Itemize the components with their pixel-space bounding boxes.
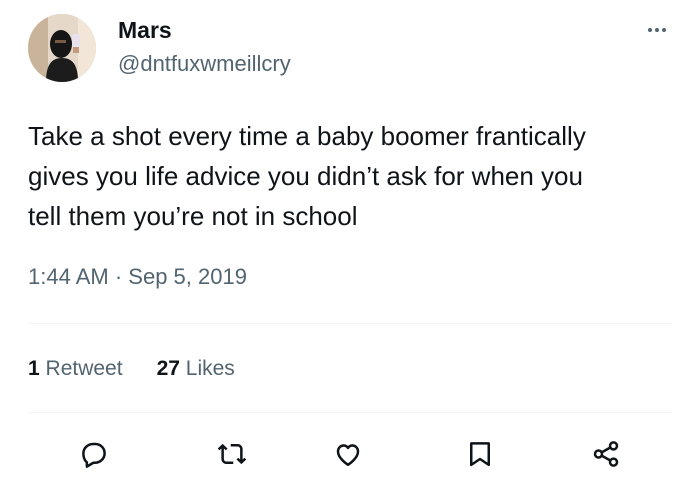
retweet-button[interactable] [210, 432, 254, 476]
like-button[interactable] [326, 432, 370, 476]
divider [28, 323, 672, 324]
more-options-icon[interactable] [640, 20, 674, 40]
divider [28, 412, 672, 413]
tweet-date[interactable]: Sep 5, 2019 [128, 264, 247, 289]
retweets-label: Retweet [45, 357, 123, 380]
heart-icon [336, 444, 360, 466]
share-icon [593, 441, 619, 467]
tweet-actions [0, 432, 700, 476]
more-dot [655, 28, 659, 32]
reply-button[interactable] [72, 432, 116, 476]
tweet-time[interactable]: 1:44 AM [28, 264, 109, 289]
retweet-icon [217, 443, 247, 465]
likes-stat[interactable]: 27 Likes [157, 355, 235, 383]
avatar-image [28, 14, 96, 82]
bookmark-icon [470, 442, 490, 467]
tweet-text: Take a shot every time a baby boomer fra… [28, 116, 678, 236]
avatar[interactable] [28, 14, 96, 82]
likes-count: 27 [156, 357, 180, 380]
author-name[interactable]: Mars [118, 16, 172, 44]
reply-icon [82, 442, 106, 468]
tweet-text-line: Take a shot every time a baby boomer fra… [28, 121, 586, 151]
more-dot [662, 28, 666, 32]
tweet-timestamp[interactable]: 1:44 AM · Sep 5, 2019 [28, 263, 247, 291]
retweets-stat[interactable]: 1 Retweet [28, 355, 123, 383]
bookmark-button[interactable] [458, 432, 502, 476]
more-dot [648, 28, 652, 32]
tweet-text-line: tell them you’re not in school [28, 201, 358, 231]
likes-label: Likes [185, 357, 235, 380]
tweet-stats: 1 Retweet 27 Likes [28, 355, 235, 383]
meta-separator: · [114, 264, 123, 289]
tweet-text-line: gives you life advice you didn’t ask for… [28, 161, 583, 191]
author-handle[interactable]: @dntfuxwmeillcry [118, 51, 291, 77]
retweets-count: 1 [28, 357, 40, 380]
share-button[interactable] [584, 432, 628, 476]
